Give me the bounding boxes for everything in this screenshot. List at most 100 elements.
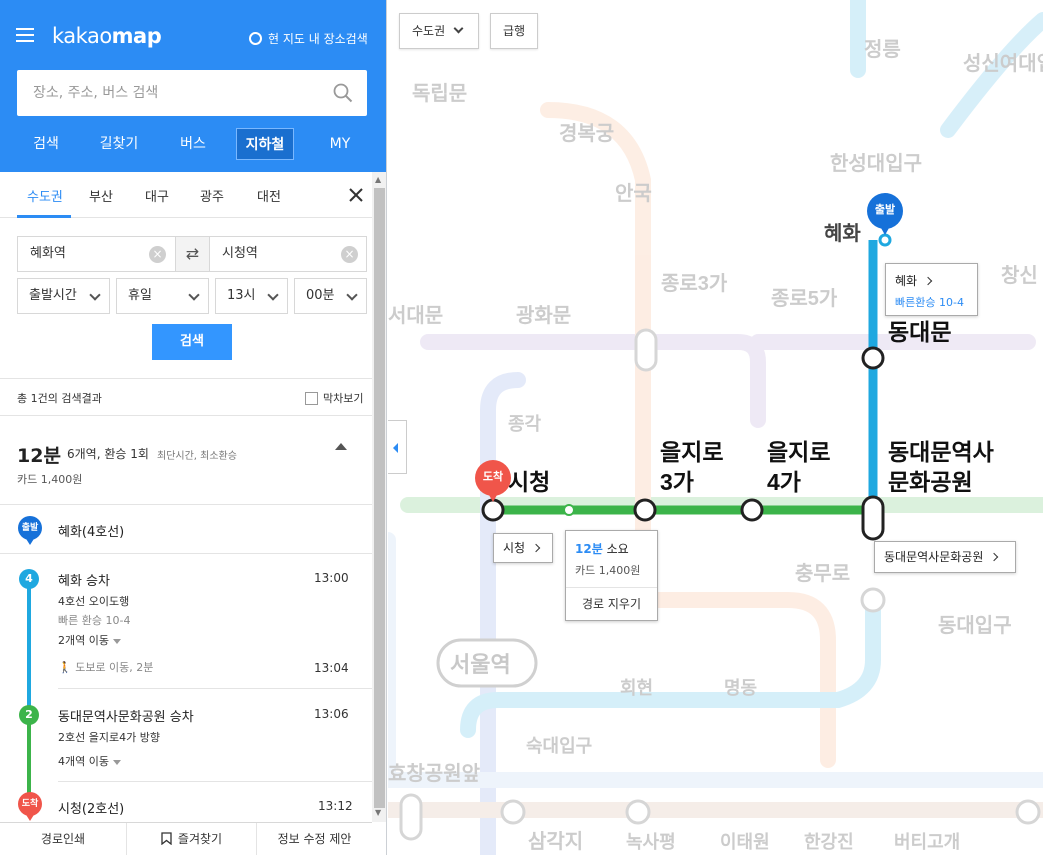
hour-select[interactable]: 13시 [215, 278, 288, 314]
clear-route-button[interactable]: 경로 지우기 [566, 588, 657, 621]
bg-station-label: 회현 [620, 678, 653, 698]
kakaomap-logo[interactable]: kakaomap [52, 24, 162, 48]
route-summary[interactable]: 12분 6개역, 환승 1회 최단시간, 최소환승 카드 1,400원 [0, 417, 372, 505]
bg-station-label: 경복궁 [559, 122, 614, 145]
leg1-direction: 4호선 오이도행 [58, 595, 130, 608]
bg-station-label: 숙대입구 [526, 735, 592, 756]
last-train-label: 막차보기 [323, 392, 364, 405]
chevron-right-icon [990, 552, 999, 562]
bg-station-label: 효창공원앞 [388, 762, 481, 785]
scroll-down-icon[interactable]: ▼ [375, 808, 381, 817]
clear-origin-icon[interactable]: × [149, 246, 166, 263]
search-icon[interactable] [333, 83, 353, 103]
end-time: 13:12 [318, 799, 353, 813]
tab-my[interactable]: MY [309, 128, 371, 160]
last-train-checkbox[interactable] [305, 391, 318, 405]
leg2-stops-toggle[interactable]: 4개역 이동 [58, 753, 121, 769]
summary-detail: 6개역, 환승 1회 [67, 447, 149, 461]
tab-directions[interactable]: 길찾기 [87, 128, 151, 160]
tab-bus[interactable]: 버스 [163, 128, 223, 160]
panel-scrollbar[interactable]: ▲ ▼ [372, 172, 386, 822]
bg-station-label: 이태원 [720, 832, 770, 852]
clear-destination-icon[interactable]: × [341, 246, 358, 263]
express-button[interactable]: 급행 [490, 13, 539, 49]
panel-footer: 경로인쇄 즐겨찾기 정보 수정 제안 [0, 822, 372, 855]
line2-badge: 2 [19, 705, 39, 725]
euljiro3ga-station [633, 498, 657, 522]
minute-select[interactable]: 00분 [294, 278, 367, 314]
search-input[interactable] [17, 70, 317, 116]
end-marker-icon[interactable]: 도착 [475, 460, 511, 506]
bg-station-label: 충무로 [795, 562, 850, 585]
map-region-value: 수도권 [412, 24, 446, 38]
subway-map-canvas[interactable]: 독립문 경복궁 안국 정릉 성신여대입구 한성대입구 창신 서대문 광화문 종각… [388, 0, 1043, 855]
map-area-search-toggle[interactable]: 현 지도 내 장소검색 [249, 30, 368, 47]
walk-text: 도보로 이동, 2분 [75, 661, 154, 674]
cityhall-label: 시청 [508, 469, 550, 495]
region-tab-capital[interactable]: 수도권 [27, 186, 63, 205]
start-station: 혜화(4호선) [58, 525, 125, 540]
last-train-toggle[interactable]: 막차보기 [305, 390, 363, 406]
expand-icon [112, 638, 121, 644]
start-marker-icon[interactable]: 출발 [867, 193, 903, 239]
bg-station-label: 버티고개 [894, 832, 960, 852]
radio-ring-icon [249, 32, 262, 45]
faded-station-ring [634, 328, 658, 372]
main-tabs: 검색 길찾기 버스 지하철 MY [17, 128, 367, 160]
tab-subway[interactable]: 지하철 [236, 128, 294, 160]
divider [58, 688, 372, 689]
euljiro4-label-1: 을지로 [767, 439, 830, 465]
print-route-button[interactable]: 경로인쇄 [0, 823, 126, 855]
popup-fare: 카드 1,400원 [575, 564, 641, 577]
euljiro3-label-2: 3가 [660, 469, 694, 495]
popup-time-row: 12분 소요 [575, 540, 629, 557]
bookmark-button[interactable]: 즐겨찾기 [126, 823, 256, 855]
region-tab-busan[interactable]: 부산 [89, 186, 113, 205]
close-icon[interactable] [348, 187, 364, 203]
day-select[interactable]: 휴일 [116, 278, 209, 314]
region-tab-daegu[interactable]: 대구 [145, 186, 169, 205]
start-pin-icon: 출발 [17, 516, 43, 548]
leg1-stops-toggle[interactable]: 2개역 이동 [58, 632, 121, 648]
end-station: 시청(2호선) [58, 802, 125, 817]
bg-station-label: 한강진 [804, 832, 854, 852]
time-type-select[interactable]: 출발시간 [17, 278, 110, 314]
chevron-down-icon [89, 289, 101, 301]
faded-station-ring [625, 799, 651, 825]
summary-tags: 최단시간, 최소환승 [157, 451, 237, 462]
hyehwa-callout[interactable]: 혜화 빠른환승 10-4 [885, 263, 978, 316]
bg-station-label: 독립문 [412, 82, 467, 105]
region-tab-daejeon[interactable]: 대전 [257, 186, 281, 205]
region-tab-gwangju[interactable]: 광주 [200, 186, 224, 205]
cityhall-callout[interactable]: 시청 [493, 533, 553, 563]
subway-map[interactable]: 독립문 경복궁 안국 정릉 성신여대입구 한성대입구 창신 서대문 광화문 종각… [388, 0, 1043, 855]
map-region-select[interactable]: 수도권 [399, 13, 479, 49]
result-count: 총 1건의 검색결과 [17, 392, 102, 405]
hamburger-menu-icon[interactable] [16, 28, 34, 44]
walk-icon: 🚶 [58, 661, 72, 674]
active-tab-underline [17, 215, 71, 218]
route-search-button[interactable]: 검색 [152, 324, 232, 360]
leg2-board: 동대문역사문화공원 승차 [58, 710, 194, 725]
ddp-callout[interactable]: 동대문역사문화공원 [874, 541, 1016, 573]
walk-end-time: 13:04 [314, 661, 349, 675]
route-inputs: 혜화역 × ⇄ 시청역 × [17, 236, 367, 272]
leg1-time: 13:00 [314, 571, 349, 585]
scroll-up-icon[interactable]: ▲ [375, 175, 381, 184]
start-step: 출발 혜화(4호선) [0, 506, 372, 554]
result-meta: 총 1건의 검색결과 막차보기 [0, 378, 372, 416]
chevron-down-icon [346, 289, 358, 301]
collapse-up-icon[interactable] [335, 443, 347, 450]
bg-station-label: 한성대입구 [830, 152, 922, 175]
swap-route-icon[interactable]: ⇄ [175, 237, 210, 271]
bookmark-label: 즐겨찾기 [177, 832, 223, 846]
bg-station-label: 종로5가 [771, 287, 838, 310]
euljiro4-label-2: 4가 [767, 469, 801, 495]
scrollbar-thumb[interactable] [374, 188, 385, 808]
popup-time: 12분 [575, 542, 603, 556]
panel-collapse-toggle[interactable] [388, 420, 407, 474]
tab-search[interactable]: 검색 [17, 128, 75, 160]
chevron-down-icon [453, 23, 464, 34]
chevron-down-icon [267, 289, 279, 301]
report-edit-button[interactable]: 정보 수정 제안 [256, 823, 372, 855]
